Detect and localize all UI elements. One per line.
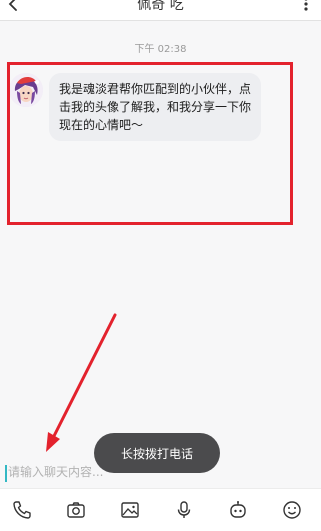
phone-icon xyxy=(13,501,31,519)
camera-icon xyxy=(67,502,85,518)
bottom-toolbar xyxy=(0,488,321,531)
voice-button[interactable] xyxy=(173,499,195,521)
top-bar: 佩奇 吃 xyxy=(0,0,321,21)
image-icon xyxy=(121,502,139,518)
more-vertical-icon xyxy=(304,0,308,11)
emoji-button[interactable] xyxy=(281,499,303,521)
message-bubble[interactable]: 我是魂淡君帮你匹配到的小伙伴，点击我的头像了解我，和我分享一下你现在的心情吧～ xyxy=(49,73,261,141)
message-timestamp: 下午 02:38 xyxy=(134,44,187,55)
emoji-icon xyxy=(283,501,301,519)
avatar-image xyxy=(9,73,43,107)
text-cursor xyxy=(5,465,7,482)
avatar[interactable] xyxy=(9,73,43,107)
robot-icon xyxy=(230,501,246,518)
camera-button[interactable] xyxy=(65,499,87,521)
robot-button[interactable] xyxy=(227,499,249,521)
microphone-icon xyxy=(177,501,191,518)
chat-area[interactable]: 下午 02:38 我是魂淡君帮你匹配到的小伙伴，点击我的头像了解我，和我分享一下… xyxy=(0,21,321,454)
toast-message: 长按拨打电话 xyxy=(94,433,220,473)
phone-button[interactable] xyxy=(11,499,33,521)
image-button[interactable] xyxy=(119,499,141,521)
page-title: 佩奇 吃 xyxy=(137,0,184,13)
more-button[interactable] xyxy=(300,0,312,12)
